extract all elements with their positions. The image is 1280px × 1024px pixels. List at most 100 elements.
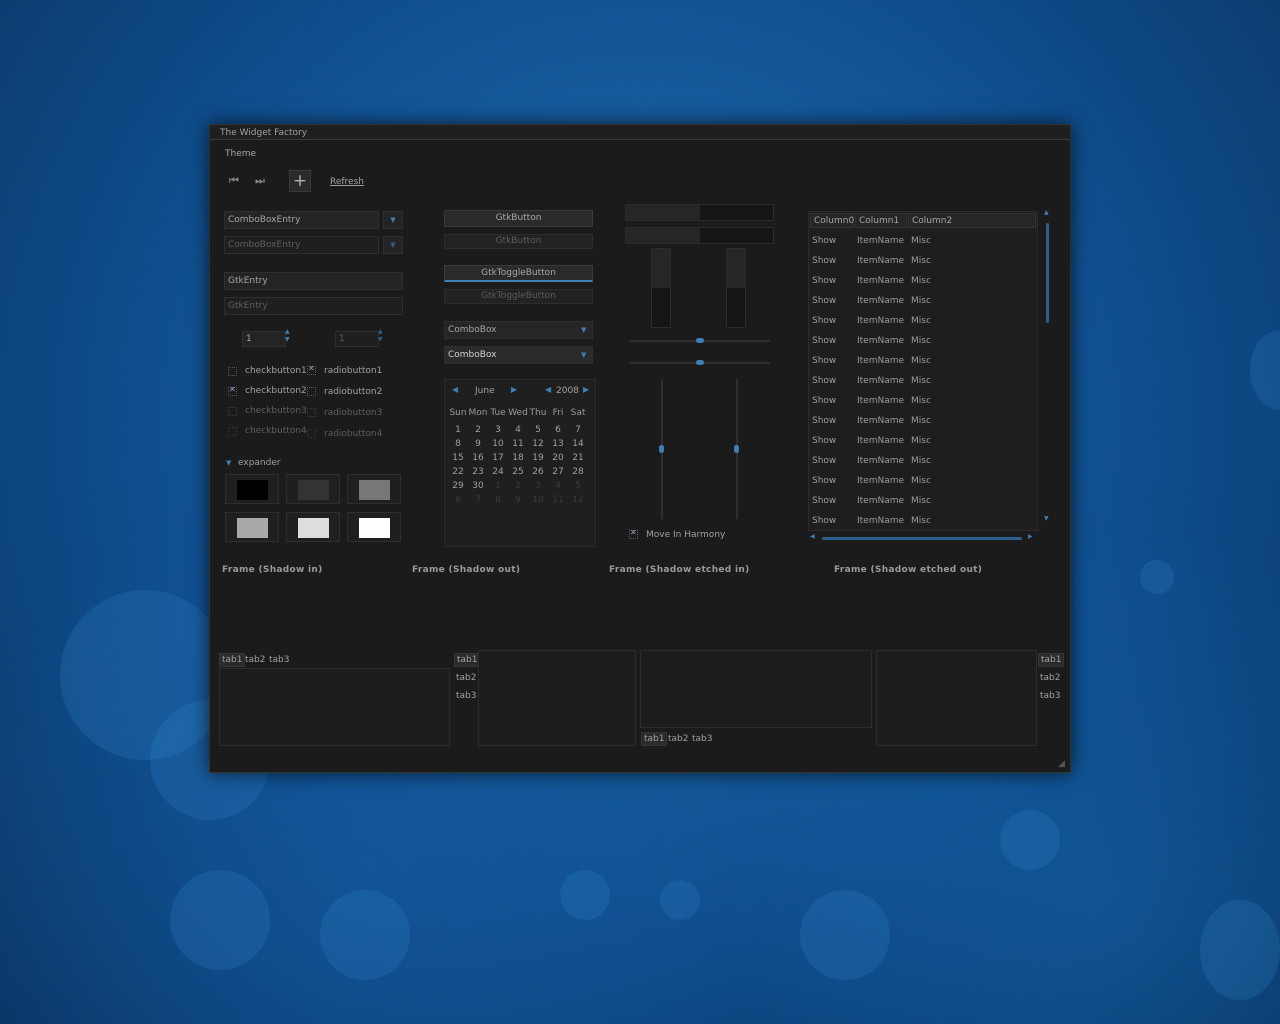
prev-month-icon[interactable]: ◀ bbox=[452, 385, 458, 394]
notebook4-tab3[interactable]: tab3 bbox=[1038, 690, 1062, 702]
table-row[interactable]: Show ItemName Misc bbox=[809, 431, 1037, 451]
calendar-day[interactable]: 6 bbox=[448, 495, 468, 505]
calendar-day[interactable]: 1 bbox=[488, 481, 508, 491]
table-row[interactable]: Show ItemName Misc bbox=[809, 311, 1037, 331]
table-row[interactable]: Show ItemName Misc bbox=[809, 391, 1037, 411]
calendar-day[interactable]: 14 bbox=[568, 439, 588, 449]
radiobutton1-label[interactable]: radiobutton1 bbox=[324, 366, 382, 376]
notebook1-tab3[interactable]: tab3 bbox=[267, 654, 291, 666]
table-row[interactable]: Show ItemName Misc bbox=[809, 471, 1037, 491]
table-row[interactable]: Show ItemName Misc bbox=[809, 371, 1037, 391]
chevron-down-icon[interactable]: ▼ bbox=[383, 211, 403, 229]
calendar-day[interactable]: 7 bbox=[568, 425, 588, 435]
calendar-day[interactable]: 9 bbox=[468, 439, 488, 449]
color-swatch[interactable] bbox=[286, 512, 340, 542]
scale-handle[interactable] bbox=[696, 360, 704, 365]
scrollbar-thumb[interactable] bbox=[822, 537, 1022, 540]
expander-arrow-icon[interactable]: ▼ bbox=[226, 459, 231, 467]
tree-view[interactable]: Column0 Column1 Column2 Show ItemName Misc… bbox=[808, 211, 1038, 531]
checkbutton1-label[interactable]: checkbutton1 bbox=[245, 366, 307, 376]
calendar-day[interactable]: 19 bbox=[528, 453, 548, 463]
table-row[interactable]: Show ItemName Misc bbox=[809, 511, 1037, 530]
calendar-day[interactable]: 16 bbox=[468, 453, 488, 463]
scrollbar-thumb[interactable] bbox=[1046, 223, 1049, 323]
spin-button-1[interactable]: 1 bbox=[242, 331, 286, 347]
calendar-day[interactable]: 27 bbox=[548, 467, 568, 477]
add-icon[interactable]: + bbox=[289, 170, 311, 192]
column-header-0[interactable]: Column0 bbox=[810, 213, 854, 228]
menu-theme[interactable]: Theme bbox=[225, 149, 256, 159]
table-row[interactable]: Show ItemName Misc bbox=[809, 291, 1037, 311]
calendar-day[interactable]: 18 bbox=[508, 453, 528, 463]
next-year-icon[interactable]: ▶ bbox=[583, 385, 589, 394]
calendar-day[interactable]: 7 bbox=[468, 495, 488, 505]
calendar-day[interactable]: 30 bbox=[468, 481, 488, 491]
scroll-left-icon[interactable]: ◀ bbox=[810, 533, 815, 540]
refresh-button[interactable]: Refresh bbox=[330, 177, 364, 187]
gtk-button-1[interactable]: GtkButton bbox=[444, 210, 593, 227]
combo-entry-1[interactable]: ComboBoxEntry bbox=[224, 211, 379, 229]
table-row[interactable]: Show ItemName Misc bbox=[809, 271, 1037, 291]
calendar-day[interactable]: 17 bbox=[488, 453, 508, 463]
checkbutton2-label[interactable]: checkbutton2 bbox=[245, 386, 307, 396]
color-swatch[interactable] bbox=[347, 474, 401, 504]
calendar-day[interactable]: 4 bbox=[508, 425, 528, 435]
radiobutton2-box[interactable] bbox=[307, 387, 316, 396]
calendar-day[interactable]: 25 bbox=[508, 467, 528, 477]
table-row[interactable]: Show ItemName Misc bbox=[809, 491, 1037, 511]
calendar-day[interactable]: 23 bbox=[468, 467, 488, 477]
calendar-day[interactable]: 13 bbox=[548, 439, 568, 449]
expander-label[interactable]: expander bbox=[238, 458, 281, 468]
column-header-2[interactable]: Column2 bbox=[908, 213, 1036, 228]
scroll-right-icon[interactable]: ▶ bbox=[1028, 533, 1033, 540]
scale-handle[interactable] bbox=[659, 445, 664, 453]
combobox-1[interactable]: ComboBox bbox=[444, 321, 593, 339]
harmony-checkbox[interactable] bbox=[629, 528, 638, 539]
scale-horizontal-1[interactable] bbox=[629, 338, 770, 343]
calendar-day[interactable]: 12 bbox=[528, 439, 548, 449]
calendar-day[interactable]: 26 bbox=[528, 467, 548, 477]
table-row[interactable]: Show ItemName Misc bbox=[809, 231, 1037, 251]
calendar-day[interactable]: 8 bbox=[448, 439, 468, 449]
notebook4-tab2[interactable]: tab2 bbox=[1038, 672, 1062, 684]
color-swatch[interactable] bbox=[347, 512, 401, 542]
notebook2-tab1[interactable]: tab1 bbox=[454, 653, 481, 667]
scale-handle[interactable] bbox=[734, 445, 739, 453]
color-swatch[interactable] bbox=[225, 512, 279, 542]
radiobutton1-box[interactable] bbox=[307, 364, 316, 375]
calendar-day[interactable]: 2 bbox=[468, 425, 488, 435]
table-row[interactable]: Show ItemName Misc bbox=[809, 451, 1037, 471]
vertical-scrollbar[interactable]: ▲ ▼ bbox=[1043, 209, 1053, 527]
notebook1-tab1[interactable]: tab1 bbox=[219, 653, 246, 667]
table-row[interactable]: Show ItemName Misc bbox=[809, 411, 1037, 431]
table-row[interactable]: Show ItemName Misc bbox=[809, 351, 1037, 371]
table-row[interactable]: Show ItemName Misc bbox=[809, 251, 1037, 271]
notebook2-tab3[interactable]: tab3 bbox=[454, 690, 478, 702]
calendar-day[interactable]: 21 bbox=[568, 453, 588, 463]
checkbutton1-box[interactable] bbox=[228, 367, 237, 376]
calendar-day[interactable]: 12 bbox=[568, 495, 588, 505]
notebook3-tab2[interactable]: tab2 bbox=[666, 733, 690, 745]
scale-horizontal-2[interactable] bbox=[629, 360, 770, 365]
scale-vertical-1[interactable] bbox=[659, 379, 664, 519]
calendar-day[interactable]: 9 bbox=[508, 495, 528, 505]
calendar-day[interactable]: 20 bbox=[548, 453, 568, 463]
next-month-icon[interactable]: ▶ bbox=[511, 385, 517, 394]
color-swatch[interactable] bbox=[225, 474, 279, 504]
calendar[interactable]: ◀ June ▶ ◀ 2008 ▶ Sun Mon Tue Wed Thu Fri Sat 1… bbox=[444, 379, 596, 547]
harmony-label[interactable]: Move In Harmony bbox=[646, 530, 725, 540]
notebook2-tab2[interactable]: tab2 bbox=[454, 672, 478, 684]
combobox-2[interactable]: ComboBox bbox=[444, 346, 593, 364]
calendar-day[interactable]: 28 bbox=[568, 467, 588, 477]
scale-handle[interactable] bbox=[696, 338, 704, 343]
calendar-day[interactable]: 5 bbox=[568, 481, 588, 491]
calendar-day[interactable]: 22 bbox=[448, 467, 468, 477]
scroll-down-icon[interactable]: ▼ bbox=[1044, 515, 1049, 522]
calendar-day[interactable]: 2 bbox=[508, 481, 528, 491]
scale-vertical-2[interactable] bbox=[734, 379, 739, 519]
checkbutton2-box[interactable] bbox=[228, 385, 237, 396]
calendar-day[interactable]: 11 bbox=[508, 439, 528, 449]
color-swatch[interactable] bbox=[286, 474, 340, 504]
calendar-day[interactable]: 10 bbox=[488, 439, 508, 449]
calendar-day[interactable]: 6 bbox=[548, 425, 568, 435]
